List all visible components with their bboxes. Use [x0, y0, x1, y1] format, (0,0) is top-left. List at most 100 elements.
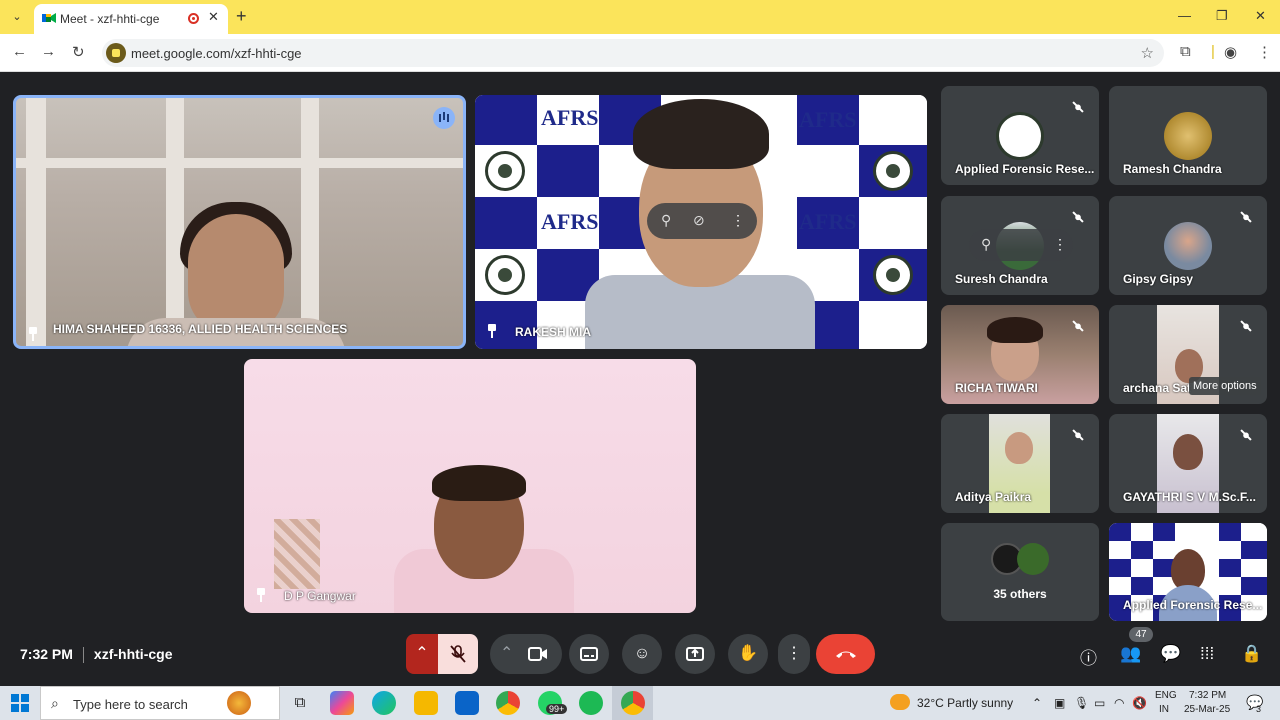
emoji-button[interactable]: ☺ — [622, 634, 662, 674]
chrome-active-icon[interactable] — [621, 691, 645, 715]
battery-icon[interactable]: ▭ — [1094, 696, 1105, 710]
pin-icon[interactable] — [255, 588, 267, 602]
meeting-details-icon[interactable]: ⓘ — [1080, 644, 1097, 669]
participant-name: D P Gangwar — [284, 589, 356, 603]
mic-off-icon: ● — [896, 106, 916, 126]
browser-tab-meet[interactable]: Meet - xzf-hhti-cge ✕ — [34, 4, 228, 34]
taskbar-date[interactable]: 25-Mar-25 — [1184, 704, 1230, 715]
participant-hair — [987, 317, 1043, 343]
participant-tile-applied-forensic-1[interactable]: ● Applied Forensic Rese... — [941, 86, 1099, 185]
tile-hover-menu[interactable]: ⚲ ⊘ ⋮ — [647, 203, 757, 239]
participant-name: HIMA SHAHEED 16336, ALLIED HEALTH SCIENC… — [53, 322, 348, 336]
meeting-clock: 7:32 PM — [20, 646, 73, 662]
unpin-icon[interactable]: ⚲ — [981, 236, 991, 253]
participant-tile-archana[interactable]: ● archana Sat More options — [1109, 305, 1267, 404]
search-highlight-icon — [227, 691, 251, 715]
bookmark-star-icon[interactable]: ☆ — [1141, 44, 1154, 62]
meet-favicon-icon — [42, 13, 56, 23]
audio-options-chevron-icon[interactable]: ⌃ — [406, 634, 438, 674]
participant-tile-gipsy-gipsy[interactable]: ● Gipsy Gipsy — [1109, 196, 1267, 295]
participant-name: RICHA TIWARI — [955, 381, 1038, 395]
pin-icon[interactable] — [486, 324, 498, 338]
new-tab-button[interactable]: + — [236, 6, 247, 27]
people-icon[interactable]: 👥 — [1120, 644, 1141, 664]
participant-tile-richa-tiwari[interactable]: ● RICHA TIWARI — [941, 305, 1099, 404]
participant-tile-gayathri[interactable]: ● GAYATHRI S V M.Sc.F... — [1109, 414, 1267, 513]
tray-expand-icon[interactable]: ⌃ — [1032, 696, 1042, 710]
minimize-button[interactable]: — — [1178, 8, 1191, 23]
chrome-icon[interactable] — [496, 691, 520, 715]
participant-tile-dp-gangwar[interactable]: D P Gangwar — [244, 359, 696, 613]
others-count: 35 others — [993, 587, 1047, 601]
taskbar-time[interactable]: 7:32 PM — [1189, 690, 1226, 701]
separator: | — [1211, 43, 1215, 60]
participant-tile-others[interactable]: 35 others — [941, 523, 1099, 621]
unpin-icon[interactable]: ⚲ — [661, 212, 671, 229]
site-info-icon[interactable] — [106, 43, 126, 63]
close-tab-button[interactable]: ✕ — [208, 9, 219, 25]
browser-toolbar: ← → ↻ meet.google.com/xzf-hhti-cge ☆ ⧉ |… — [0, 34, 1280, 72]
close-window-button[interactable]: ✕ — [1255, 8, 1266, 24]
participant-tile-rakesh[interactable]: AFRS AFRS AFRS AFRS ⚲ ⊘ ⋮ ● RAKESH MIA — [475, 95, 927, 349]
task-view-icon[interactable]: ⧉ — [288, 691, 312, 715]
maximize-button[interactable]: ❐ — [1216, 8, 1228, 24]
forward-arrow-icon[interactable]: → — [41, 43, 56, 60]
profile-avatar-icon[interactable]: ◉ — [1224, 43, 1237, 61]
participant-tile-applied-forensic-2[interactable]: Applied Forensic Rese... — [1109, 523, 1267, 621]
meeting-info: 7:32 PM xzf-hhti-cge — [20, 646, 172, 664]
shelf-decor — [16, 158, 463, 168]
raise-hand-button[interactable]: ✋ — [728, 634, 768, 674]
participant-name: Applied Forensic Rese... — [955, 162, 1095, 176]
tile-hover-menu[interactable]: ⚲ ⋮ — [969, 229, 1073, 261]
more-options-icon[interactable]: ⋮ — [1053, 236, 1067, 253]
more-options-button[interactable]: ⋮ — [778, 634, 810, 674]
reload-icon[interactable]: ↻ — [72, 43, 85, 61]
more-options-icon[interactable]: ⋮ — [731, 212, 745, 229]
wifi-icon[interactable]: ◠ — [1114, 696, 1124, 710]
volume-muted-icon[interactable]: 🔇 — [1132, 696, 1147, 710]
windows-start-icon[interactable] — [11, 694, 29, 712]
captions-button[interactable] — [569, 634, 609, 674]
extensions-icon[interactable]: ⧉ — [1180, 43, 1191, 60]
weather-icon — [890, 694, 910, 710]
participant-hair — [432, 465, 526, 501]
mic-off-icon: ● — [1068, 425, 1088, 445]
url-text[interactable]: meet.google.com/xzf-hhti-cge — [131, 46, 302, 61]
microphone-tray-icon[interactable]: 🎙 — [1074, 696, 1089, 710]
camera-icon[interactable] — [528, 647, 548, 661]
copilot-icon[interactable] — [330, 691, 354, 715]
mute-participant-icon[interactable]: ⊘ — [693, 212, 705, 229]
activities-icon[interactable]: ⁞⁞⁞ — [1200, 644, 1214, 664]
file-explorer-icon[interactable] — [414, 691, 438, 715]
chat-icon[interactable]: 💬 — [1160, 644, 1181, 664]
participant-tile-suresh-chandra[interactable]: ⚲ ⋮ ● Suresh Chandra — [941, 196, 1099, 295]
tray-app-icon[interactable]: ▣ — [1054, 696, 1065, 710]
shelf-decor — [166, 98, 184, 346]
participant-tile-aditya-paikra[interactable]: ● Aditya Paikra — [941, 414, 1099, 513]
camera-control[interactable]: ⌃ — [490, 634, 562, 674]
avatar — [996, 112, 1044, 160]
browser-menu-icon[interactable]: ⋮ — [1257, 43, 1272, 61]
pin-icon[interactable] — [27, 327, 39, 341]
weather-text[interactable]: 32°C Partly sunny — [917, 696, 1013, 710]
language-bottom[interactable]: IN — [1159, 704, 1169, 715]
participant-hair — [633, 99, 769, 169]
mic-off-icon[interactable] — [438, 634, 478, 674]
present-button[interactable] — [675, 634, 715, 674]
tab-title: Meet - xzf-hhti-cge — [60, 12, 160, 26]
tab-search-button[interactable]: ⌄ — [6, 7, 28, 27]
taskbar-search-box[interactable]: ⌕ Type here to search — [40, 686, 280, 720]
language-top[interactable]: ENG — [1155, 690, 1177, 701]
host-controls-icon[interactable]: 🔒 — [1241, 644, 1262, 664]
address-bar[interactable]: meet.google.com/xzf-hhti-cge ☆ — [102, 39, 1164, 67]
shelf-decor — [301, 98, 319, 346]
afrs-logo-text: AFRS — [541, 105, 599, 130]
back-arrow-icon[interactable]: ← — [12, 43, 27, 60]
participant-tile-hima[interactable]: HIMA SHAHEED 16336, ALLIED HEALTH SCIENC… — [13, 95, 466, 349]
outlook-icon[interactable] — [455, 691, 479, 715]
spotify-icon[interactable] — [579, 691, 603, 715]
participant-tile-ramesh-chandra[interactable]: Ramesh Chandra — [1109, 86, 1267, 185]
edge-browser-icon[interactable] — [372, 691, 396, 715]
leave-call-button[interactable] — [816, 634, 875, 674]
video-options-chevron-icon[interactable]: ⌃ — [500, 634, 513, 674]
